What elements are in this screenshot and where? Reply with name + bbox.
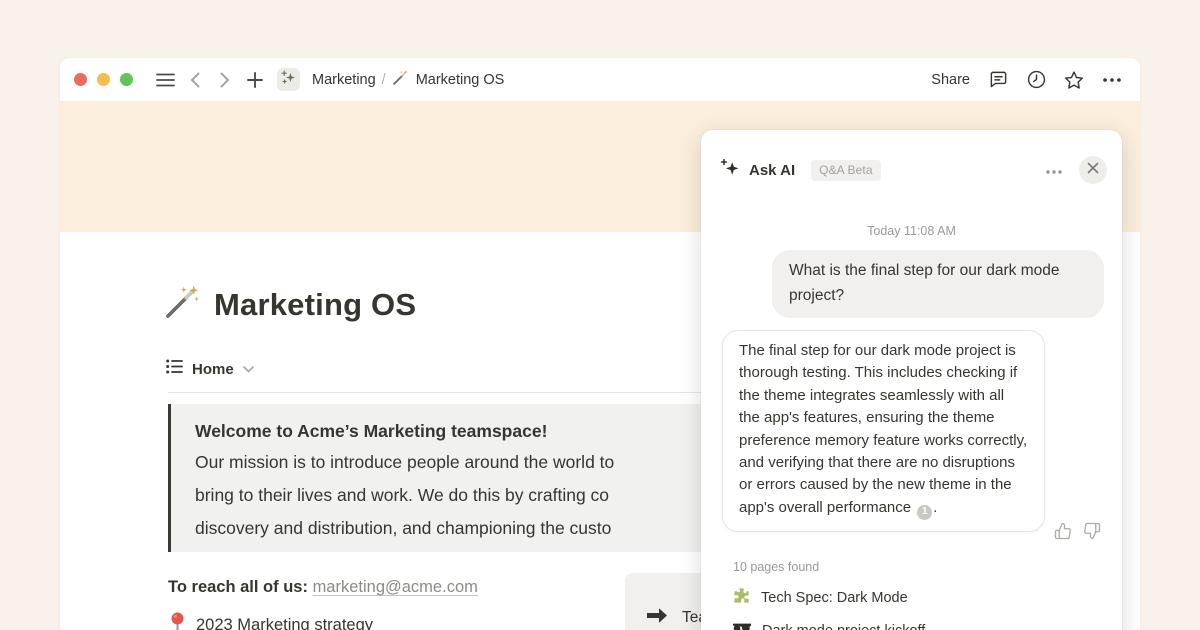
magic-wand-icon bbox=[392, 69, 409, 90]
sources-count: 10 pages found bbox=[733, 560, 1102, 574]
view-tab-home[interactable]: Home bbox=[166, 359, 254, 379]
page-title-row: Marketing OS bbox=[164, 284, 416, 325]
traffic-lights bbox=[74, 73, 133, 86]
user-question-bubble: What is the final step for our dark mode… bbox=[772, 250, 1104, 318]
comments-button[interactable] bbox=[986, 68, 1010, 92]
chat-timestamp: Today 11:08 AM bbox=[701, 224, 1122, 238]
back-button[interactable] bbox=[183, 68, 207, 92]
forward-button[interactable] bbox=[213, 68, 237, 92]
new-page-button[interactable] bbox=[243, 68, 267, 92]
share-button[interactable]: Share bbox=[923, 68, 978, 92]
star-icon bbox=[1064, 70, 1084, 90]
ai-sparkle-icon bbox=[281, 70, 296, 90]
source-page-label: Dark mode project kickoff bbox=[762, 623, 925, 630]
comment-icon bbox=[989, 70, 1008, 89]
ellipsis-icon bbox=[1046, 161, 1062, 179]
ai-answer-card: The final step for our dark mode project… bbox=[722, 330, 1045, 532]
minimize-window-button[interactable] bbox=[97, 73, 110, 86]
contact-email-link[interactable]: marketing@acme.com bbox=[313, 578, 478, 596]
ellipsis-icon bbox=[1103, 78, 1121, 82]
sources-section: 10 pages found Tech Spec: Dark Mode Dark… bbox=[733, 560, 1102, 630]
close-icon bbox=[1087, 161, 1099, 179]
contact-line: To reach all of us: marketing@acme.com bbox=[168, 578, 478, 597]
breadcrumb-separator: / bbox=[382, 72, 386, 88]
chevron-down-icon bbox=[243, 360, 254, 378]
page-title[interactable]: Marketing OS bbox=[214, 287, 416, 323]
breadcrumb: Marketing / Marketing OS bbox=[308, 67, 508, 92]
favorite-button[interactable] bbox=[1062, 68, 1086, 92]
chevron-left-icon bbox=[190, 72, 200, 88]
contact-label: To reach all of us: bbox=[168, 578, 308, 596]
plus-icon bbox=[247, 72, 263, 88]
magic-wand-page-icon[interactable] bbox=[164, 284, 200, 325]
feedback-buttons bbox=[1054, 522, 1101, 540]
panel-more-button[interactable] bbox=[1042, 157, 1066, 183]
sparkle-icon bbox=[720, 158, 740, 183]
breadcrumb-page[interactable]: Marketing OS bbox=[388, 67, 509, 92]
clock-icon bbox=[1027, 70, 1046, 89]
thumbs-down-button[interactable] bbox=[1083, 522, 1101, 540]
close-window-button[interactable] bbox=[74, 73, 87, 86]
more-options-button[interactable] bbox=[1100, 68, 1124, 92]
hamburger-icon bbox=[156, 73, 175, 87]
sidebar-menu-button[interactable] bbox=[153, 68, 177, 92]
thumbs-up-button[interactable] bbox=[1054, 522, 1072, 540]
pinned-page-label: 2023 Marketing strategy bbox=[196, 616, 373, 630]
chevron-right-icon bbox=[220, 72, 230, 88]
notion-ai-button[interactable] bbox=[277, 68, 300, 91]
round-pushpin-icon bbox=[170, 612, 185, 630]
zoom-window-button[interactable] bbox=[120, 73, 133, 86]
history-button[interactable] bbox=[1024, 68, 1048, 92]
window-toolbar: Marketing / Marketing OS Share bbox=[60, 58, 1140, 101]
dark-sunglasses-icon bbox=[733, 622, 751, 630]
source-page-label: Tech Spec: Dark Mode bbox=[761, 590, 908, 606]
breadcrumb-section[interactable]: Marketing bbox=[308, 70, 380, 90]
source-page-link[interactable]: Dark mode project kickoff bbox=[733, 622, 1102, 630]
panel-close-button[interactable] bbox=[1079, 156, 1107, 184]
view-tab-label: Home bbox=[192, 361, 234, 378]
ask-ai-panel: Ask AI Q&A Beta Today 11:08 AM What is t… bbox=[701, 130, 1122, 630]
pinned-page-link[interactable]: 2023 Marketing strategy bbox=[170, 612, 373, 630]
ai-answer-text: The final step for our dark mode project… bbox=[739, 342, 1027, 516]
arrow-right-icon bbox=[645, 606, 669, 630]
qa-beta-badge: Q&A Beta bbox=[811, 160, 881, 181]
list-view-icon bbox=[166, 359, 183, 379]
puzzle-piece-icon bbox=[733, 587, 750, 609]
answer-period: . bbox=[933, 499, 937, 516]
ask-ai-title: Ask AI bbox=[749, 162, 795, 179]
toolbar-actions: Share bbox=[923, 68, 1124, 92]
breadcrumb-page-label: Marketing OS bbox=[416, 72, 505, 88]
citation-chip[interactable]: 1 bbox=[917, 505, 932, 520]
app-window: Marketing / Marketing OS Share bbox=[60, 58, 1140, 630]
source-page-link[interactable]: Tech Spec: Dark Mode bbox=[733, 587, 1102, 609]
ask-ai-header: Ask AI Q&A Beta bbox=[720, 155, 1107, 185]
